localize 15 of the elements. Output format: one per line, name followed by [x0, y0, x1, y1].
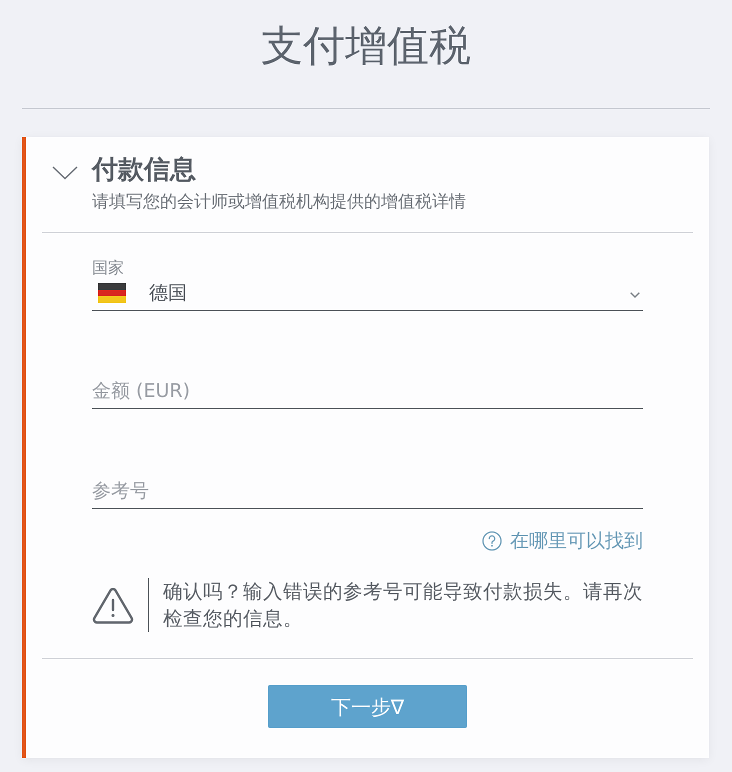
field-label: 国家	[92, 258, 124, 278]
warning-icon	[92, 586, 134, 624]
chevron-down-icon[interactable]	[52, 166, 78, 180]
next-button[interactable]: 下一步∇	[268, 685, 467, 728]
page-title: 支付增值税	[261, 20, 471, 72]
warning-text: 确认吗？输入错误的参考号可能导致付款损失。请再次检查您的信息。	[163, 579, 643, 632]
amount-field[interactable]: 金额 (EUR)	[92, 372, 643, 409]
country-select[interactable]: 德国	[92, 278, 643, 311]
flag-icon	[98, 283, 126, 303]
help-icon	[482, 531, 502, 551]
chevron-down-icon	[630, 292, 640, 298]
section-title: 付款信息	[92, 154, 197, 186]
reference-field[interactable]: 参考号	[92, 472, 643, 509]
section-subtitle: 请填写您的会计师或增值税机构提供的增值税详情	[92, 191, 466, 214]
help-link[interactable]: 在哪里可以找到	[482, 529, 643, 553]
